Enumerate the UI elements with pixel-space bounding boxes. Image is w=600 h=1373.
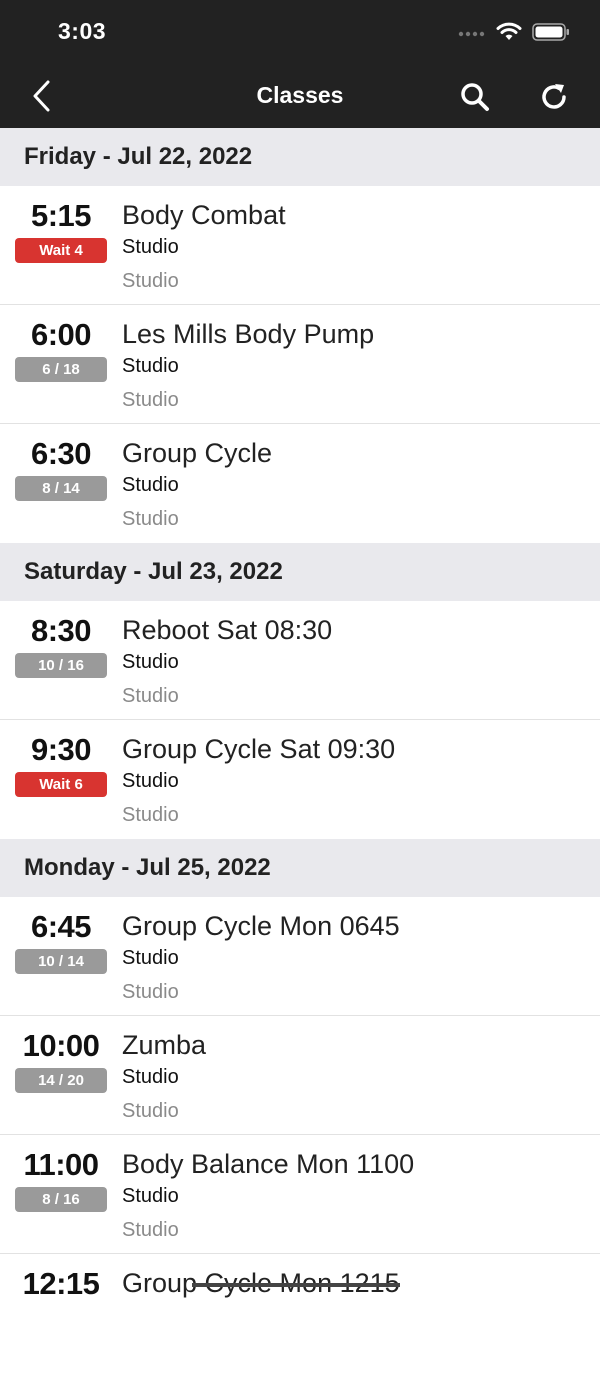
waitlist-badge: Wait 4	[15, 238, 107, 263]
status-icons	[458, 22, 570, 42]
class-studio: Studio	[122, 1185, 179, 1207]
class-studio: Studio	[122, 474, 179, 496]
class-name: Body Combat	[122, 200, 286, 230]
class-time: 8:30	[30, 613, 92, 648]
waitlist-badge: Wait 6	[15, 772, 107, 797]
class-location: Studio	[122, 1219, 179, 1241]
class-row[interactable]: 11:00 8 / 16 Body Balance Mon 1100 Studi…	[0, 1135, 600, 1254]
class-row-cancelled[interactable]: 12:15 Group Cycle Mon 1215	[0, 1254, 600, 1373]
battery-icon	[532, 23, 569, 41]
class-row[interactable]: 8:30 10 / 16 Reboot Sat 08:30 Studio Stu…	[0, 601, 600, 720]
class-location: Studio	[122, 804, 179, 826]
class-time: 9:30	[30, 732, 92, 767]
capacity-badge: 6 / 18	[15, 357, 107, 382]
capacity-badge: 10 / 14	[15, 949, 107, 974]
class-name: Group Cycle	[122, 438, 273, 468]
nav-bar: Classes	[0, 64, 600, 128]
section-header-saturday: Saturday - Jul 23, 2022	[0, 543, 600, 601]
status-bar: 3:03	[0, 0, 600, 64]
class-row[interactable]: 9:30 Wait 6 Group Cycle Sat 09:30 Studio…	[0, 720, 600, 839]
class-time: 6:00	[30, 317, 92, 352]
section-header-friday: Friday - Jul 22, 2022	[0, 128, 600, 186]
capacity-badge: 8 / 16	[15, 1187, 107, 1212]
class-location: Studio	[122, 508, 179, 530]
class-location: Studio	[122, 389, 179, 411]
capacity-badge: 14 / 20	[15, 1068, 107, 1093]
class-name: Reboot Sat 08:30	[122, 615, 333, 645]
class-list: Friday - Jul 22, 2022 5:15 Wait 4 Body C…	[0, 128, 600, 1373]
class-time: 10:00	[22, 1028, 100, 1063]
class-studio: Studio	[122, 947, 179, 969]
section-header-monday: Monday - Jul 25, 2022	[0, 839, 600, 897]
class-location: Studio	[122, 270, 179, 292]
class-studio: Studio	[122, 355, 179, 377]
status-time: 3:03	[58, 18, 107, 44]
signal-icon	[458, 31, 485, 37]
class-time: 6:45	[30, 909, 92, 944]
refresh-icon[interactable]	[537, 80, 571, 114]
wifi-icon	[496, 22, 522, 40]
class-name-cancelled: Group Cycle Mon 1215	[122, 1268, 400, 1298]
capacity-badge: 8 / 14	[15, 476, 107, 501]
page-title: Classes	[256, 82, 344, 108]
class-row[interactable]: 6:00 6 / 18 Les Mills Body Pump Studio S…	[0, 305, 600, 424]
class-name: Zumba	[122, 1030, 207, 1060]
class-row[interactable]: 6:30 8 / 14 Group Cycle Studio Studio	[0, 424, 600, 543]
class-location: Studio	[122, 981, 179, 1003]
class-studio: Studio	[122, 1066, 179, 1088]
class-row[interactable]: 6:45 10 / 14 Group Cycle Mon 0645 Studio…	[0, 897, 600, 1016]
class-studio: Studio	[122, 770, 179, 792]
class-name: Body Balance Mon 1100	[122, 1149, 415, 1179]
class-location: Studio	[122, 1100, 179, 1122]
class-time: 12:15	[22, 1266, 100, 1301]
class-location: Studio	[122, 685, 179, 707]
class-time: 5:15	[30, 198, 92, 233]
class-time: 6:30	[30, 436, 92, 471]
search-icon[interactable]	[458, 80, 492, 114]
class-studio: Studio	[122, 651, 179, 673]
class-studio: Studio	[122, 236, 179, 258]
class-row[interactable]: 10:00 14 / 20 Zumba Studio Studio	[0, 1016, 600, 1135]
class-name: Group Cycle Sat 09:30	[122, 734, 396, 764]
class-name: Les Mills Body Pump	[122, 319, 375, 349]
class-time: 11:00	[23, 1147, 99, 1182]
class-row[interactable]: 5:15 Wait 4 Body Combat Studio Studio	[0, 186, 600, 305]
class-name: Group Cycle Mon 0645	[122, 911, 400, 941]
capacity-badge: 10 / 16	[15, 653, 107, 678]
